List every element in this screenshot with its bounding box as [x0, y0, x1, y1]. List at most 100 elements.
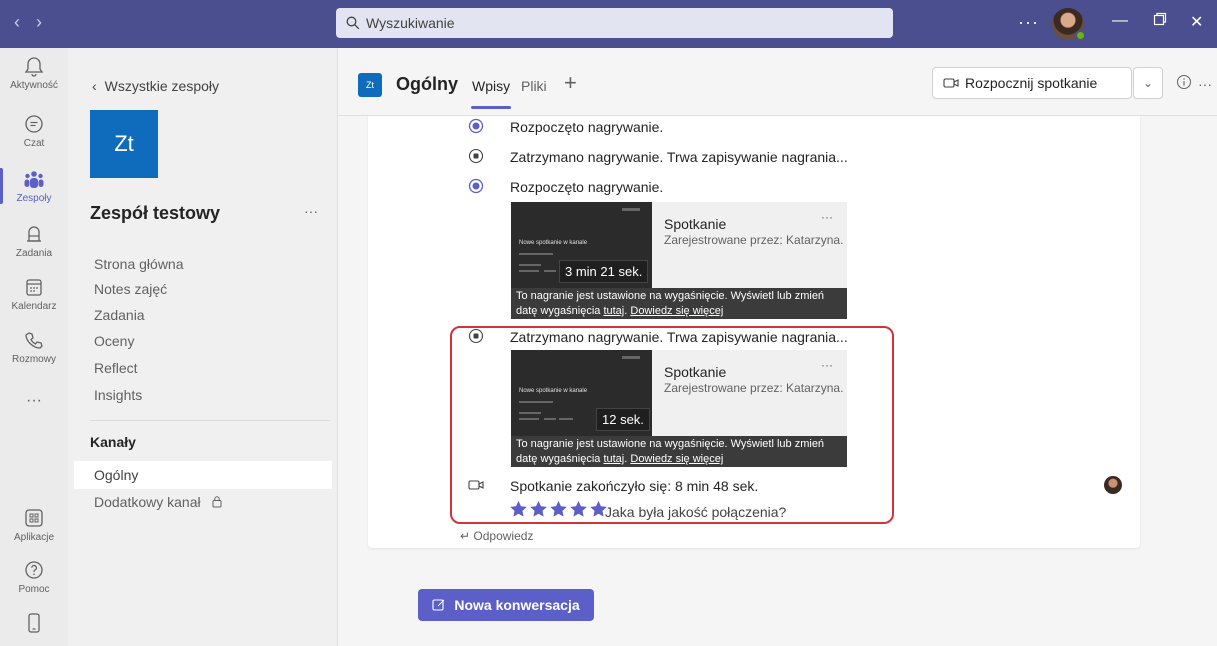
panel-divider	[90, 420, 330, 421]
meeting-thread-card: Rozpoczęto nagrywanie. Zatrzymano nagryw…	[368, 116, 1140, 548]
recording-more-button[interactable]: ···	[821, 210, 833, 224]
history-nav: ‹ ›	[14, 12, 42, 33]
mobile-device-icon	[28, 613, 40, 633]
rail-item-assignments[interactable]: Zadania	[0, 224, 68, 259]
rail-item-apps[interactable]: Aplikacje	[0, 508, 68, 543]
chevron-down-icon: ⌄	[1142, 76, 1154, 90]
rail-item-calendar[interactable]: Kalendarz	[0, 277, 68, 312]
recording-active-icon	[468, 118, 484, 134]
search-icon	[346, 16, 360, 30]
rail-item-activity[interactable]: Aktywność	[0, 56, 68, 91]
team-link-grades[interactable]: Oceny	[94, 333, 134, 349]
change-expiration-link[interactable]: tutaj	[603, 305, 624, 317]
apps-icon	[25, 509, 43, 527]
channel-title: Ogólny	[396, 74, 458, 94]
presence-available-icon	[1075, 30, 1086, 41]
reply-icon: ↵	[460, 529, 471, 543]
rail-item-teams[interactable]: Zespoły	[0, 169, 68, 204]
minimize-icon[interactable]: —	[1112, 12, 1128, 30]
bell-icon	[24, 57, 44, 77]
thumbnail-title: Nowe spotkanie w kanale	[519, 240, 588, 246]
lock-icon	[212, 496, 222, 508]
recording-stopped-icon	[468, 148, 484, 164]
event-recording-started: Rozpoczęto nagrywanie.	[510, 119, 664, 135]
rail-item-help[interactable]: Pomoc	[0, 560, 68, 595]
team-avatar: Zt	[90, 110, 158, 178]
recording-info[interactable]: Spotkanie Zarejestrowane przez: Katarzyn…	[652, 202, 847, 288]
close-icon[interactable]: ✕	[1190, 12, 1203, 32]
reply-label: Odpowiedz	[473, 529, 534, 543]
team-link-insights[interactable]: Insights	[94, 387, 142, 403]
rail-label: Zadania	[15, 248, 53, 259]
rail-label: Zespoły	[16, 193, 52, 204]
search-placeholder: Wyszukiwanie	[366, 15, 455, 31]
title-bar: ‹ › Wyszukiwanie ··· — ✕	[0, 0, 1217, 48]
team-link-assignments[interactable]: Zadania	[94, 307, 145, 323]
new-conversation-label: Nowa konwersacja	[454, 597, 580, 613]
reply-button[interactable]: ↵ Odpowiedz	[460, 529, 533, 543]
rail-item-chat[interactable]: Czat	[0, 114, 68, 149]
team-more-button[interactable]: ···	[304, 203, 318, 219]
team-link-home[interactable]: Strona główna	[94, 256, 184, 272]
learn-more-link[interactable]: Dowiedz się więcej	[630, 305, 723, 317]
expiration-text: To nagranie jest ustawione na wygaśnięci…	[516, 290, 825, 302]
expiration-text-2: datę wygaśnięcia	[516, 305, 601, 317]
event-recording-started: Rozpoczęto nagrywanie.	[510, 179, 664, 195]
team-panel: ‹ Wszystkie zespoły Zt Zespół testowy ···…	[68, 48, 338, 646]
meeting-options-dropdown[interactable]: ⌄	[1133, 67, 1163, 99]
rail-label: Rozmowy	[12, 354, 56, 365]
team-link-reflect[interactable]: Reflect	[94, 360, 138, 376]
recording-name: Spotkanie	[664, 216, 727, 232]
participant-avatar[interactable]	[1104, 476, 1122, 494]
rail-item-more[interactable]: ···	[0, 392, 68, 410]
app-bar: Aktywność Czat Zespoły Zadania Kalendarz…	[0, 48, 68, 646]
new-conversation-button[interactable]: Nowa konwersacja	[418, 589, 594, 621]
rail-label: Czat	[23, 138, 45, 149]
channel-more-button[interactable]: ···	[1198, 76, 1212, 92]
channel-additional[interactable]: Dodatkowy kanał	[74, 488, 332, 516]
tab-posts[interactable]: Wpisy	[472, 78, 510, 94]
video-camera-icon	[943, 78, 959, 88]
add-tab-button[interactable]: +	[564, 70, 577, 96]
channel-team-badge: Zt	[358, 73, 382, 97]
channels-heading: Kanały	[90, 434, 136, 450]
compose-icon	[432, 599, 445, 611]
rail-label: Aktywność	[10, 80, 58, 91]
event-recording-stopped: Zatrzymano nagrywanie. Trwa zapisywanie …	[510, 149, 848, 165]
teams-icon	[24, 171, 44, 188]
start-meeting-button[interactable]: Rozpocznij spotkanie	[932, 67, 1132, 99]
info-icon[interactable]	[1176, 74, 1192, 90]
chevron-left-icon: ‹	[92, 78, 97, 94]
rail-item-device[interactable]	[0, 612, 68, 638]
expiration-notice: To nagranie jest ustawione na wygaśnięci…	[511, 288, 847, 319]
calendar-icon	[26, 279, 42, 296]
channel-label: Ogólny	[94, 467, 139, 483]
recording-active-icon	[468, 178, 484, 194]
tab-files[interactable]: Pliki	[521, 78, 547, 94]
rail-label: Aplikacje	[13, 532, 55, 543]
thumbnail-logo	[622, 208, 640, 211]
search-input[interactable]: Wyszukiwanie	[336, 8, 893, 38]
settings-more-button[interactable]: ···	[1018, 12, 1039, 33]
channel-label: Dodatkowy kanał	[94, 494, 201, 510]
thumbnail-line	[519, 270, 539, 272]
rail-item-calls[interactable]: Rozmowy	[0, 330, 68, 365]
help-icon	[25, 561, 43, 579]
thumbnail-line	[519, 253, 553, 255]
channel-general[interactable]: Ogólny	[74, 461, 332, 489]
back-arrow-icon[interactable]: ‹	[14, 12, 20, 33]
maximize-icon[interactable]	[1153, 12, 1167, 31]
recording-thumbnail[interactable]: Nowe spotkanie w kanale 3 min 21 sek.	[511, 202, 652, 288]
forward-arrow-icon[interactable]: ›	[36, 12, 42, 33]
all-teams-link[interactable]: ‹ Wszystkie zespoły	[92, 78, 219, 94]
recording-card[interactable]: Nowe spotkanie w kanale 3 min 21 sek. Sp…	[511, 202, 847, 319]
rail-label: Pomoc	[18, 584, 50, 595]
channel-header: Zt Ogólny Wpisy Pliki + Rozpocznij spotk…	[338, 48, 1217, 116]
all-teams-label: Wszystkie zespoły	[104, 78, 220, 94]
team-link-class-notebook[interactable]: Notes zajęć	[94, 281, 167, 297]
team-name: Zespół testowy	[90, 203, 221, 223]
profile-avatar[interactable]	[1052, 8, 1086, 41]
highlight-box	[450, 326, 894, 524]
rail-label: Kalendarz	[11, 301, 57, 312]
tasks-icon	[27, 226, 41, 242]
